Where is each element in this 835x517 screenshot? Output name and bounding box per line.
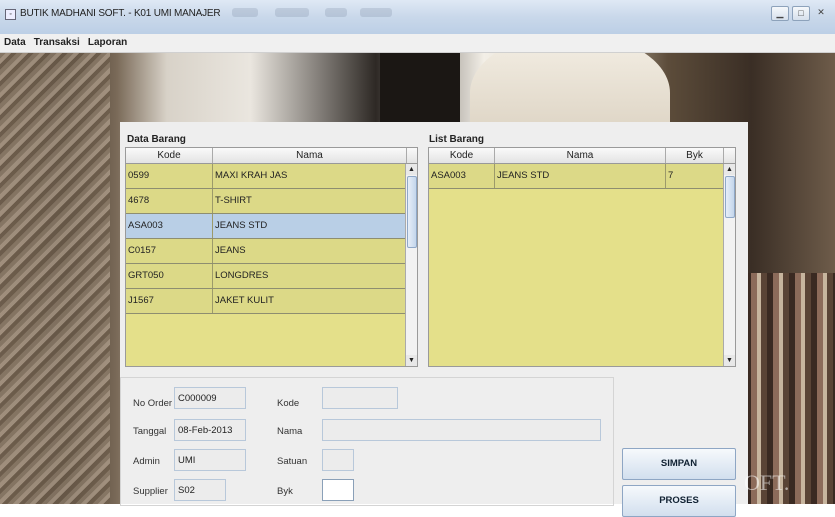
simpan-button[interactable]: SIMPAN xyxy=(622,448,736,480)
list-barang-scrollbar[interactable]: ▲ ▼ xyxy=(723,164,735,366)
no-order-field[interactable]: C000009 xyxy=(174,387,246,409)
scroll-up-icon[interactable]: ▲ xyxy=(724,164,735,175)
close-icon[interactable]: ✕ xyxy=(813,6,829,19)
data-barang-scrollbar[interactable]: ▲ ▼ xyxy=(405,164,417,366)
scroll-down-icon[interactable]: ▼ xyxy=(724,355,735,366)
data-barang-header: Kode Nama xyxy=(126,148,417,164)
column-header-byk[interactable]: Byk xyxy=(666,148,724,163)
list-barang-table: Kode Nama Byk ASA003 JEANS STD 7 ▲ ▼ xyxy=(428,147,736,367)
menu-laporan[interactable]: Laporan xyxy=(84,34,131,52)
no-order-label: No Order xyxy=(133,398,173,409)
table-row[interactable]: J1567 JAKET KULIT xyxy=(126,289,417,314)
column-header-kode[interactable]: Kode xyxy=(429,148,495,163)
admin-field[interactable]: UMI xyxy=(174,449,246,471)
list-barang-header: Kode Nama Byk xyxy=(429,148,735,164)
data-barang-table: Kode Nama 0599 MAXI KRAH JAS 4678 T-SHIRT … xyxy=(125,147,418,367)
column-header-nama[interactable]: Nama xyxy=(495,148,666,163)
nama-label: Nama xyxy=(277,426,303,437)
scroll-thumb[interactable] xyxy=(407,176,417,248)
satuan-label: Satuan xyxy=(277,456,308,467)
column-header-kode[interactable]: Kode xyxy=(126,148,213,163)
proses-button[interactable]: PROSES xyxy=(622,485,736,517)
kode-field[interactable] xyxy=(322,387,398,409)
tanggal-field[interactable]: 08-Feb-2013 xyxy=(174,419,246,441)
byk-label: Byk xyxy=(277,486,293,497)
column-header-nama[interactable]: Nama xyxy=(213,148,407,163)
supplier-field[interactable]: S02 xyxy=(174,479,226,501)
minimize-icon[interactable]: ▁ xyxy=(771,6,789,21)
table-row[interactable]: GRT050 LONGDRES xyxy=(126,264,417,289)
menu-bar: Data Transaksi Laporan xyxy=(0,34,835,53)
table-row[interactable]: C0157 JEANS xyxy=(126,239,417,264)
kode-label: Kode xyxy=(277,398,300,409)
nama-field[interactable] xyxy=(322,419,601,441)
menu-transaksi[interactable]: Transaksi xyxy=(30,34,84,52)
satuan-field[interactable] xyxy=(322,449,354,471)
scroll-up-icon[interactable]: ▲ xyxy=(406,164,417,175)
table-row-selected[interactable]: ASA003 JEANS STD xyxy=(126,214,417,239)
watermark-text: OFT. xyxy=(744,470,790,495)
table-row[interactable]: ASA003 JEANS STD 7 xyxy=(429,164,735,189)
table-row[interactable]: 4678 T-SHIRT xyxy=(126,189,417,214)
admin-label: Admin xyxy=(133,456,160,467)
list-barang-title: List Barang xyxy=(429,134,485,145)
data-barang-title: Data Barang xyxy=(127,134,186,145)
byk-field[interactable] xyxy=(322,479,354,501)
title-bar: ◦ BUTIK MADHANI SOFT. - K01 UMI MANAJER … xyxy=(0,0,835,35)
scroll-thumb[interactable] xyxy=(725,176,735,218)
menu-data[interactable]: Data xyxy=(0,34,30,52)
scroll-down-icon[interactable]: ▼ xyxy=(406,355,417,366)
window-title: BUTIK MADHANI SOFT. - K01 UMI MANAJER xyxy=(20,8,221,19)
window-controls: ▁ □ ✕ xyxy=(771,6,829,21)
supplier-label: Supplier xyxy=(133,486,168,497)
maximize-icon[interactable]: □ xyxy=(792,6,810,21)
table-row[interactable]: 0599 MAXI KRAH JAS xyxy=(126,164,417,189)
app-icon: ◦ xyxy=(5,9,16,20)
tanggal-label: Tanggal xyxy=(133,426,167,437)
